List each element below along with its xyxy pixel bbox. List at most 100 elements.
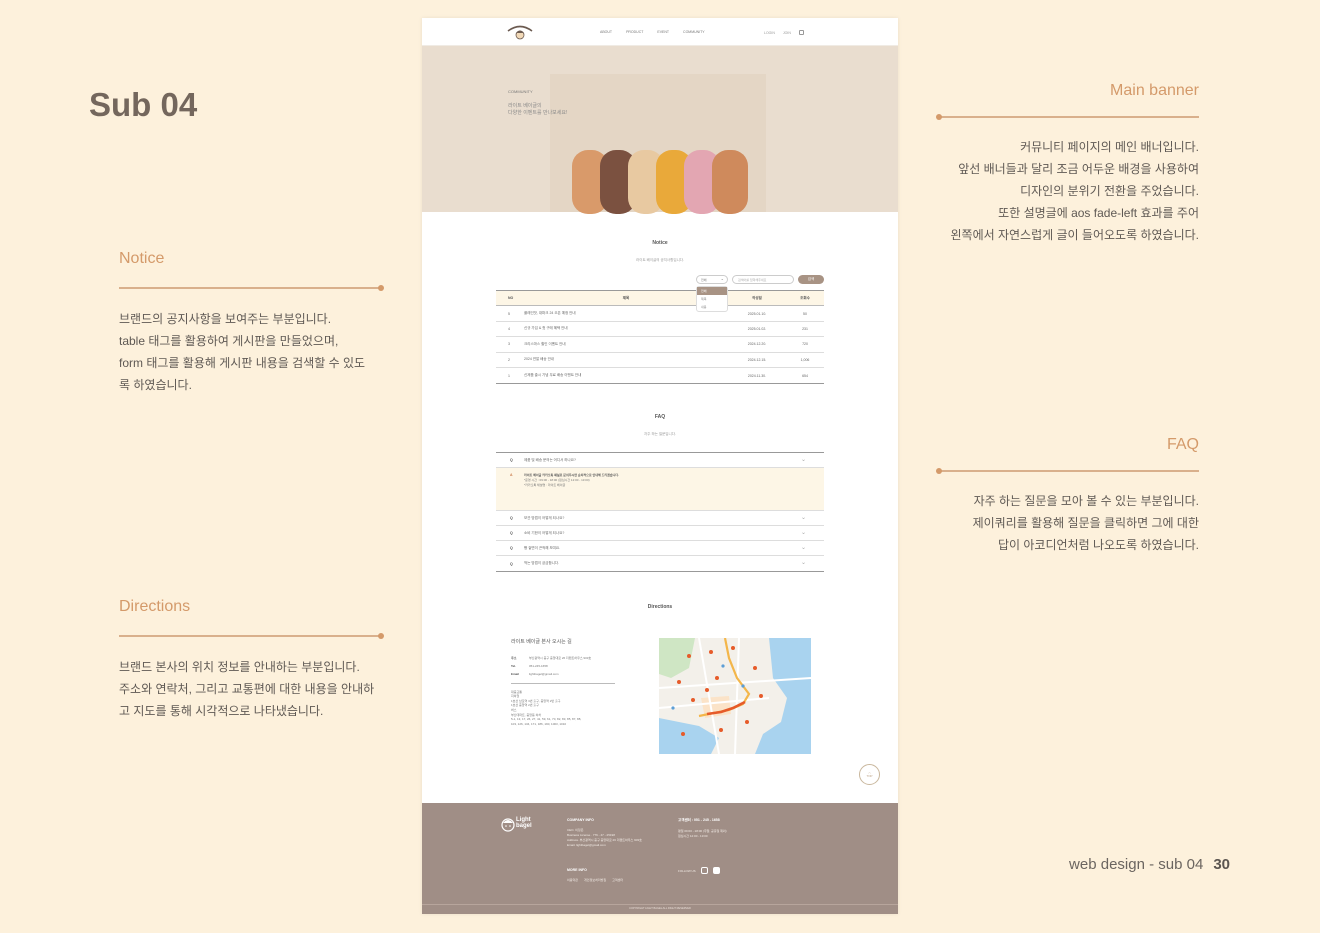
notice-title: Notice	[652, 240, 668, 246]
faq-question[interactable]: Q 제품 및 배송 문의는 어디서 하나요? ⌄	[496, 453, 824, 468]
nav-item-product[interactable]: PRODUCT	[626, 30, 643, 34]
follow-label: FOLLOW US	[678, 868, 696, 873]
support-link[interactable]: 고객센터	[612, 878, 623, 882]
chevron-down-icon[interactable]: ⌄	[801, 544, 806, 551]
transit-info: 대중교통 지하철 1호선 남포역 3번 출구, 중앙역 2번 출구 1호선 중앙…	[511, 689, 582, 726]
faq-question[interactable]: Q 빵 겉면이 끈적해 보여요. ⌄	[496, 541, 824, 556]
faq-question[interactable]: Q 보관 방법이 어떻게 되나요? ⌄	[496, 511, 824, 526]
table-row[interactable]: 2 2024 연말 배송 안내 2024.12.15. 1,006	[496, 353, 824, 368]
question-text[interactable]: 보관 방법이 어떻게 되나요?	[524, 516, 564, 521]
faq-accordion: Q 제품 및 배송 문의는 어디서 하나요? ⌄ A 라이트 베이글 카카오톡 …	[496, 452, 824, 572]
annotation-divider	[119, 633, 384, 639]
a-mark: A	[510, 473, 513, 477]
annotation-body: 브랜드의 공지사항을 보여주는 부분입니다. table 태그를 활용하여 게시…	[119, 312, 366, 392]
privacy-link[interactable]: 개인정보처리방침	[584, 878, 606, 882]
caption-text: web design - sub 04	[1069, 856, 1204, 873]
search-category-select[interactable]: 전체	[696, 275, 728, 284]
instagram-icon[interactable]	[700, 867, 708, 874]
notice-subtitle: 라이트 베이글의 공지사항입니다.	[636, 258, 684, 262]
nav-item-about[interactable]: ABOUT	[600, 30, 612, 34]
annotation-body: 브랜드 본사의 위치 정보를 안내하는 부분입니다. 주소와 연락처, 그리고 …	[119, 660, 375, 718]
table-row[interactable]: 4 신규 가입 & 첫 구매 혜택 안내 2025.01.02. 231	[496, 322, 824, 338]
chevron-down-icon[interactable]: ⌄	[801, 456, 806, 463]
copyright: COPYRIGHT LIGHT BAGEL ALL RIGHT RESERVED	[422, 904, 898, 910]
chevron-down-icon[interactable]: ⌄	[801, 514, 806, 521]
nav-item-event[interactable]: EVENT	[657, 30, 669, 34]
annotation-directions: Directions 브랜드 본사의 위치 정보를 안내하는 부분입니다. 주소…	[119, 598, 384, 718]
row-views: 231	[802, 326, 808, 331]
search-button[interactable]: 검색	[798, 275, 824, 284]
utility-nav: LOGIN JOIN	[764, 30, 804, 35]
annotation-title: Directions	[119, 598, 191, 615]
table-header: NO 제목 작성일 조회수	[496, 291, 824, 307]
faq-answer: A 라이트 베이글 카카오톡 채널로 문의주시면 순차적으로 안내해 드리겠습니…	[496, 468, 824, 511]
table-row[interactable]: 1 신제품 출시 기념 무료 배송 이벤트 안내 2024.11.30. 654	[496, 368, 824, 383]
annotation-divider	[119, 285, 384, 291]
annotation-title: Main banner	[1110, 82, 1199, 99]
row-date: 2025.01.10.	[747, 311, 767, 316]
customer-center-heading: 고객센터 : 051 - 245 - 1658	[678, 818, 720, 822]
row-no: 5	[508, 311, 510, 316]
join-link[interactable]: JOIN	[783, 31, 791, 35]
dropdown-option[interactable]: 내용	[697, 303, 727, 311]
site-footer: Light bagel COMPANY INFO CEO. 이정은 Busine…	[422, 803, 898, 914]
youtube-icon[interactable]	[712, 867, 720, 874]
email-value: lightbagel@gmail.com	[529, 672, 559, 676]
chevron-down-icon[interactable]: ⌄	[801, 529, 806, 536]
dropdown-option[interactable]: 제목	[697, 295, 727, 303]
row-title[interactable]: 2024 연말 배송 안내	[524, 357, 728, 362]
scroll-top-button[interactable]: ︿ TOP	[859, 764, 880, 785]
table-row[interactable]: 3 크리스마스 할인 이벤트 안내 2024.12.20. 720	[496, 337, 824, 353]
directions-info: 라이트 베이글 본사 오시는 길 주소 부산광역시 중구 중앙대로 26 더펜트…	[511, 638, 615, 726]
website-mockup: ABOUT PRODUCT EVENT COMMUNITY LOGIN JOIN…	[422, 18, 898, 914]
row-title[interactable]: 신제품 출시 기념 무료 배송 이벤트 안내	[524, 373, 728, 378]
bagel-sesame	[712, 150, 748, 214]
question-text[interactable]: 소비 기한이 어떻게 되나요?	[524, 531, 564, 536]
table-row[interactable]: 5 플레인맛, 대파크 24 오픈 예정 안내 2025.01.10. 50	[496, 306, 824, 322]
row-date: 2024.11.30.	[747, 373, 767, 378]
search-category-dropdown: 전체 제목 내용	[696, 286, 728, 312]
location-map[interactable]	[659, 638, 811, 754]
tel-label: Tel.	[511, 664, 516, 668]
more-info: MORE INFO 이용약관 개인정보처리방침 고객센터	[567, 868, 623, 882]
chevron-down-icon[interactable]: ⌄	[801, 559, 806, 566]
notice-search-form: 전체 검색어를 입력해주세요 검색	[696, 275, 824, 284]
slide-caption: web design - sub 04 30	[1069, 856, 1230, 873]
bagel-face-icon	[501, 818, 515, 832]
login-link[interactable]: LOGIN	[764, 31, 775, 35]
row-title[interactable]: 신규 가입 & 첫 구매 혜택 안내	[524, 326, 728, 331]
q-mark: Q	[510, 516, 513, 520]
page-number: 30	[1213, 856, 1230, 873]
annotation-notice: Notice 브랜드의 공지사항을 보여주는 부분입니다. table 태그를 …	[119, 250, 384, 392]
row-title[interactable]: 크리스마스 할인 이벤트 안내	[524, 342, 728, 347]
faq-question[interactable]: Q 소비 기한이 어떻게 되나요? ⌄	[496, 526, 824, 541]
question-text[interactable]: 빵 겉면이 끈적해 보여요.	[524, 546, 560, 551]
column-header-date: 작성일	[752, 295, 762, 300]
address-value: 부산광역시 중구 중앙대로 26 더펜트하우스 903호	[529, 656, 592, 660]
q-mark: Q	[510, 546, 513, 550]
q-mark: Q	[510, 458, 513, 462]
notice-table: NO 제목 작성일 조회수 5 플레인맛, 대파크 24 오픈 예정 안내 20…	[496, 290, 824, 385]
question-text[interactable]: 제품 및 배송 문의는 어디서 하나요?	[524, 458, 576, 463]
site-header: ABOUT PRODUCT EVENT COMMUNITY LOGIN JOIN	[422, 18, 898, 46]
answer-detail: *운영 시간 : 09:00 - 18:00 (점심시간 12:00 - 13:…	[524, 478, 590, 487]
row-date: 2025.01.02.	[747, 326, 767, 331]
search-input[interactable]: 검색어를 입력해주세요	[732, 275, 794, 284]
bagel-photo	[550, 74, 766, 214]
brand-logo-icon[interactable]	[504, 22, 536, 42]
annotation-body: 커뮤니티 페이지의 메인 배너입니다. 앞선 배너들과 달리 조금 어두운 배경…	[950, 140, 1199, 242]
terms-link[interactable]: 이용약관	[567, 878, 578, 882]
tel-line: Tel. 051-245-1658	[511, 662, 615, 670]
cart-icon[interactable]	[798, 30, 804, 35]
question-text[interactable]: 먹는 방법이 궁금합니다.	[524, 561, 559, 566]
nav-item-community[interactable]: COMMUNITY	[683, 30, 705, 34]
email-label: Email	[511, 672, 520, 676]
slide-title: Sub 04	[89, 86, 198, 123]
address-label: 주소	[511, 656, 517, 660]
tel-value: 051-245-1658	[529, 664, 548, 668]
faq-question[interactable]: Q 먹는 방법이 궁금합니다. ⌄	[496, 556, 824, 571]
dropdown-option[interactable]: 전체	[697, 287, 727, 295]
footer-logo[interactable]: Light bagel	[500, 815, 544, 835]
company-info-heading: COMPANY INFO	[567, 818, 594, 822]
company-info: COMPANY INFO CEO. 이정은 Business License .…	[567, 818, 642, 848]
